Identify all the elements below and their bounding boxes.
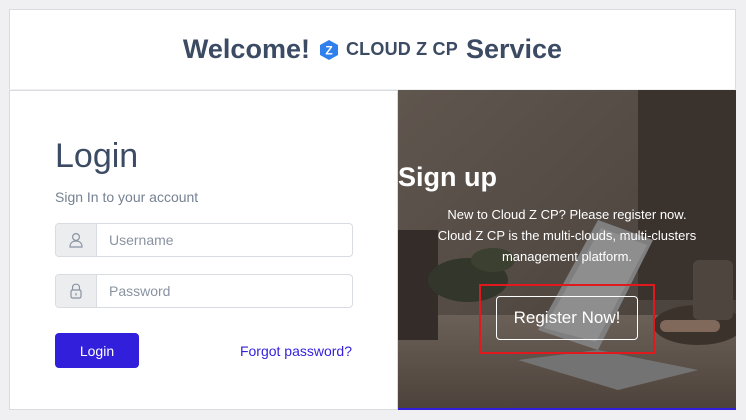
brand-name: CLOUD Z CP [345,39,458,59]
forgot-password-link[interactable]: Forgot password? [240,343,352,359]
signup-line-3: management platform. [501,249,633,264]
login-subtitle: Sign In to your account [55,189,199,205]
register-now-button[interactable]: Register Now! [496,296,638,340]
welcome-title: Welcome! Z CLOUD Z CP Service [183,34,562,65]
username-input[interactable] [97,224,352,256]
username-input-group [55,223,353,257]
login-title: Login [55,137,139,175]
login-card: Login Sign In to your account Login Forg… [9,90,398,410]
brand: Z CLOUD Z CP [318,39,458,61]
header-banner: Welcome! Z CLOUD Z CP Service [9,9,736,89]
lock-icon [56,275,97,307]
password-input[interactable] [97,275,352,307]
signup-line-2: Cloud Z CP is the multi-clouds, multi-cl… [437,228,697,243]
cloud-z-logo-icon: Z [318,39,340,61]
login-button[interactable]: Login [55,333,139,368]
service-text: Service [465,34,563,64]
signup-card: Sign up New to Cloud Z CP? Please regist… [398,90,736,410]
password-input-group [55,274,353,308]
svg-text:Z: Z [325,43,332,57]
signup-line-1: New to Cloud Z CP? Please register now. [447,207,687,222]
signup-description: New to Cloud Z CP? Please register now. … [418,204,716,267]
signup-title: Sign up [398,162,497,192]
welcome-text: Welcome! [182,34,310,64]
user-icon [56,224,97,256]
